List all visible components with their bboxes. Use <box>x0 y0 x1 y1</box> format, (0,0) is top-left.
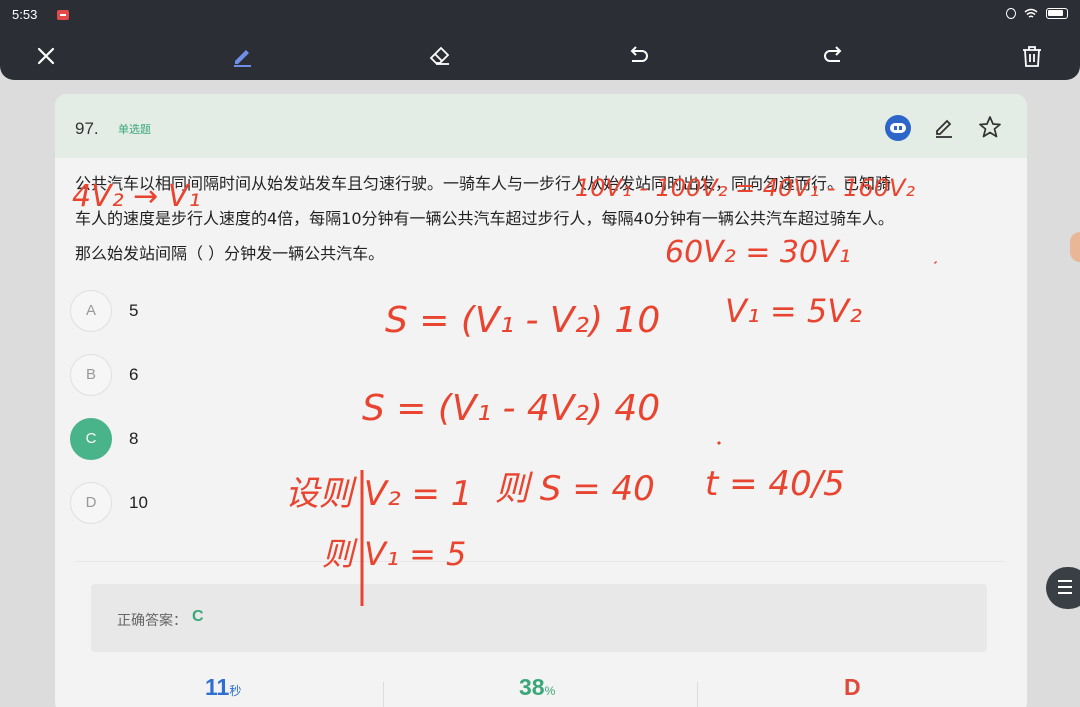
option-value: 8 <box>129 429 139 448</box>
option-d[interactable]: D 10 <box>70 482 370 526</box>
eraser-icon[interactable] <box>427 43 453 69</box>
option-value: 10 <box>129 493 148 512</box>
divider <box>75 561 1005 562</box>
edit-note-icon[interactable] <box>931 114 957 140</box>
side-handle[interactable] <box>1070 232 1080 262</box>
status-time: 5:53 <box>12 7 38 22</box>
answer-value: C <box>192 608 204 625</box>
stem-line: 公共汽车以相同间隔时间从始发站发车且匀速行驶。一骑车人与一步行人从始发站同时出发… <box>75 174 892 193</box>
question-type-badge: 单选题 <box>118 123 151 136</box>
system-icons <box>1006 8 1068 19</box>
option-a[interactable]: A 5 <box>70 290 370 334</box>
stat-time: 11秒 <box>205 674 241 701</box>
answer-panel: 正确答案： C <box>91 584 987 652</box>
stem-line: 那么始发站间隔（ ）分钟发一辆公共汽车。 <box>75 244 385 263</box>
stat-time-value: 11 <box>205 674 230 700</box>
ai-assistant-icon[interactable] <box>885 115 911 141</box>
stat-accuracy-value: 38 <box>519 674 545 700</box>
option-letter: A <box>70 290 112 332</box>
bluetooth-icon <box>1006 8 1016 19</box>
stem-line: 车人的速度是步行人速度的4倍，每隔10分钟有一辆公共汽车超过步行人，每隔40分钟… <box>75 209 894 228</box>
undo-icon[interactable] <box>625 43 651 69</box>
battery-icon <box>1046 8 1068 19</box>
close-icon[interactable] <box>33 43 59 69</box>
delete-icon[interactable] <box>1019 43 1045 69</box>
stat-divider <box>383 682 384 707</box>
question-number: 97. <box>75 119 99 138</box>
redo-icon[interactable] <box>821 43 847 69</box>
wifi-icon <box>1024 8 1038 18</box>
recording-icon <box>57 10 69 20</box>
stat-common-wrong: D <box>844 674 861 701</box>
option-letter: C <box>70 418 112 460</box>
stat-common-wrong-value: D <box>844 674 861 700</box>
stat-accuracy: 38% <box>519 674 555 701</box>
menu-float-button[interactable] <box>1046 567 1080 609</box>
option-letter: D <box>70 482 112 524</box>
option-letter: B <box>70 354 112 396</box>
option-value: 5 <box>129 301 139 320</box>
option-c[interactable]: C 8 <box>70 418 370 462</box>
answer-label: 正确答案： <box>117 613 187 629</box>
status-bar: 5:53 <box>0 0 1080 30</box>
option-b[interactable]: B 6 <box>70 354 370 398</box>
question-card: 97. 单选题 公共汽车以相同间隔时间从始发站发车且匀速行驶。一骑车人与一步行人… <box>55 94 1027 707</box>
stat-time-unit: 秒 <box>229 684 242 698</box>
favorite-star-icon[interactable] <box>977 114 1003 140</box>
option-value: 6 <box>129 365 139 384</box>
question-stem: 公共汽车以相同间隔时间从始发站发车且匀速行驶。一骑车人与一步行人从始发站同时出发… <box>75 166 1005 271</box>
stat-accuracy-unit: % <box>544 684 556 698</box>
question-header <box>55 94 1027 158</box>
pen-icon[interactable] <box>230 43 256 69</box>
stat-divider <box>697 682 698 707</box>
